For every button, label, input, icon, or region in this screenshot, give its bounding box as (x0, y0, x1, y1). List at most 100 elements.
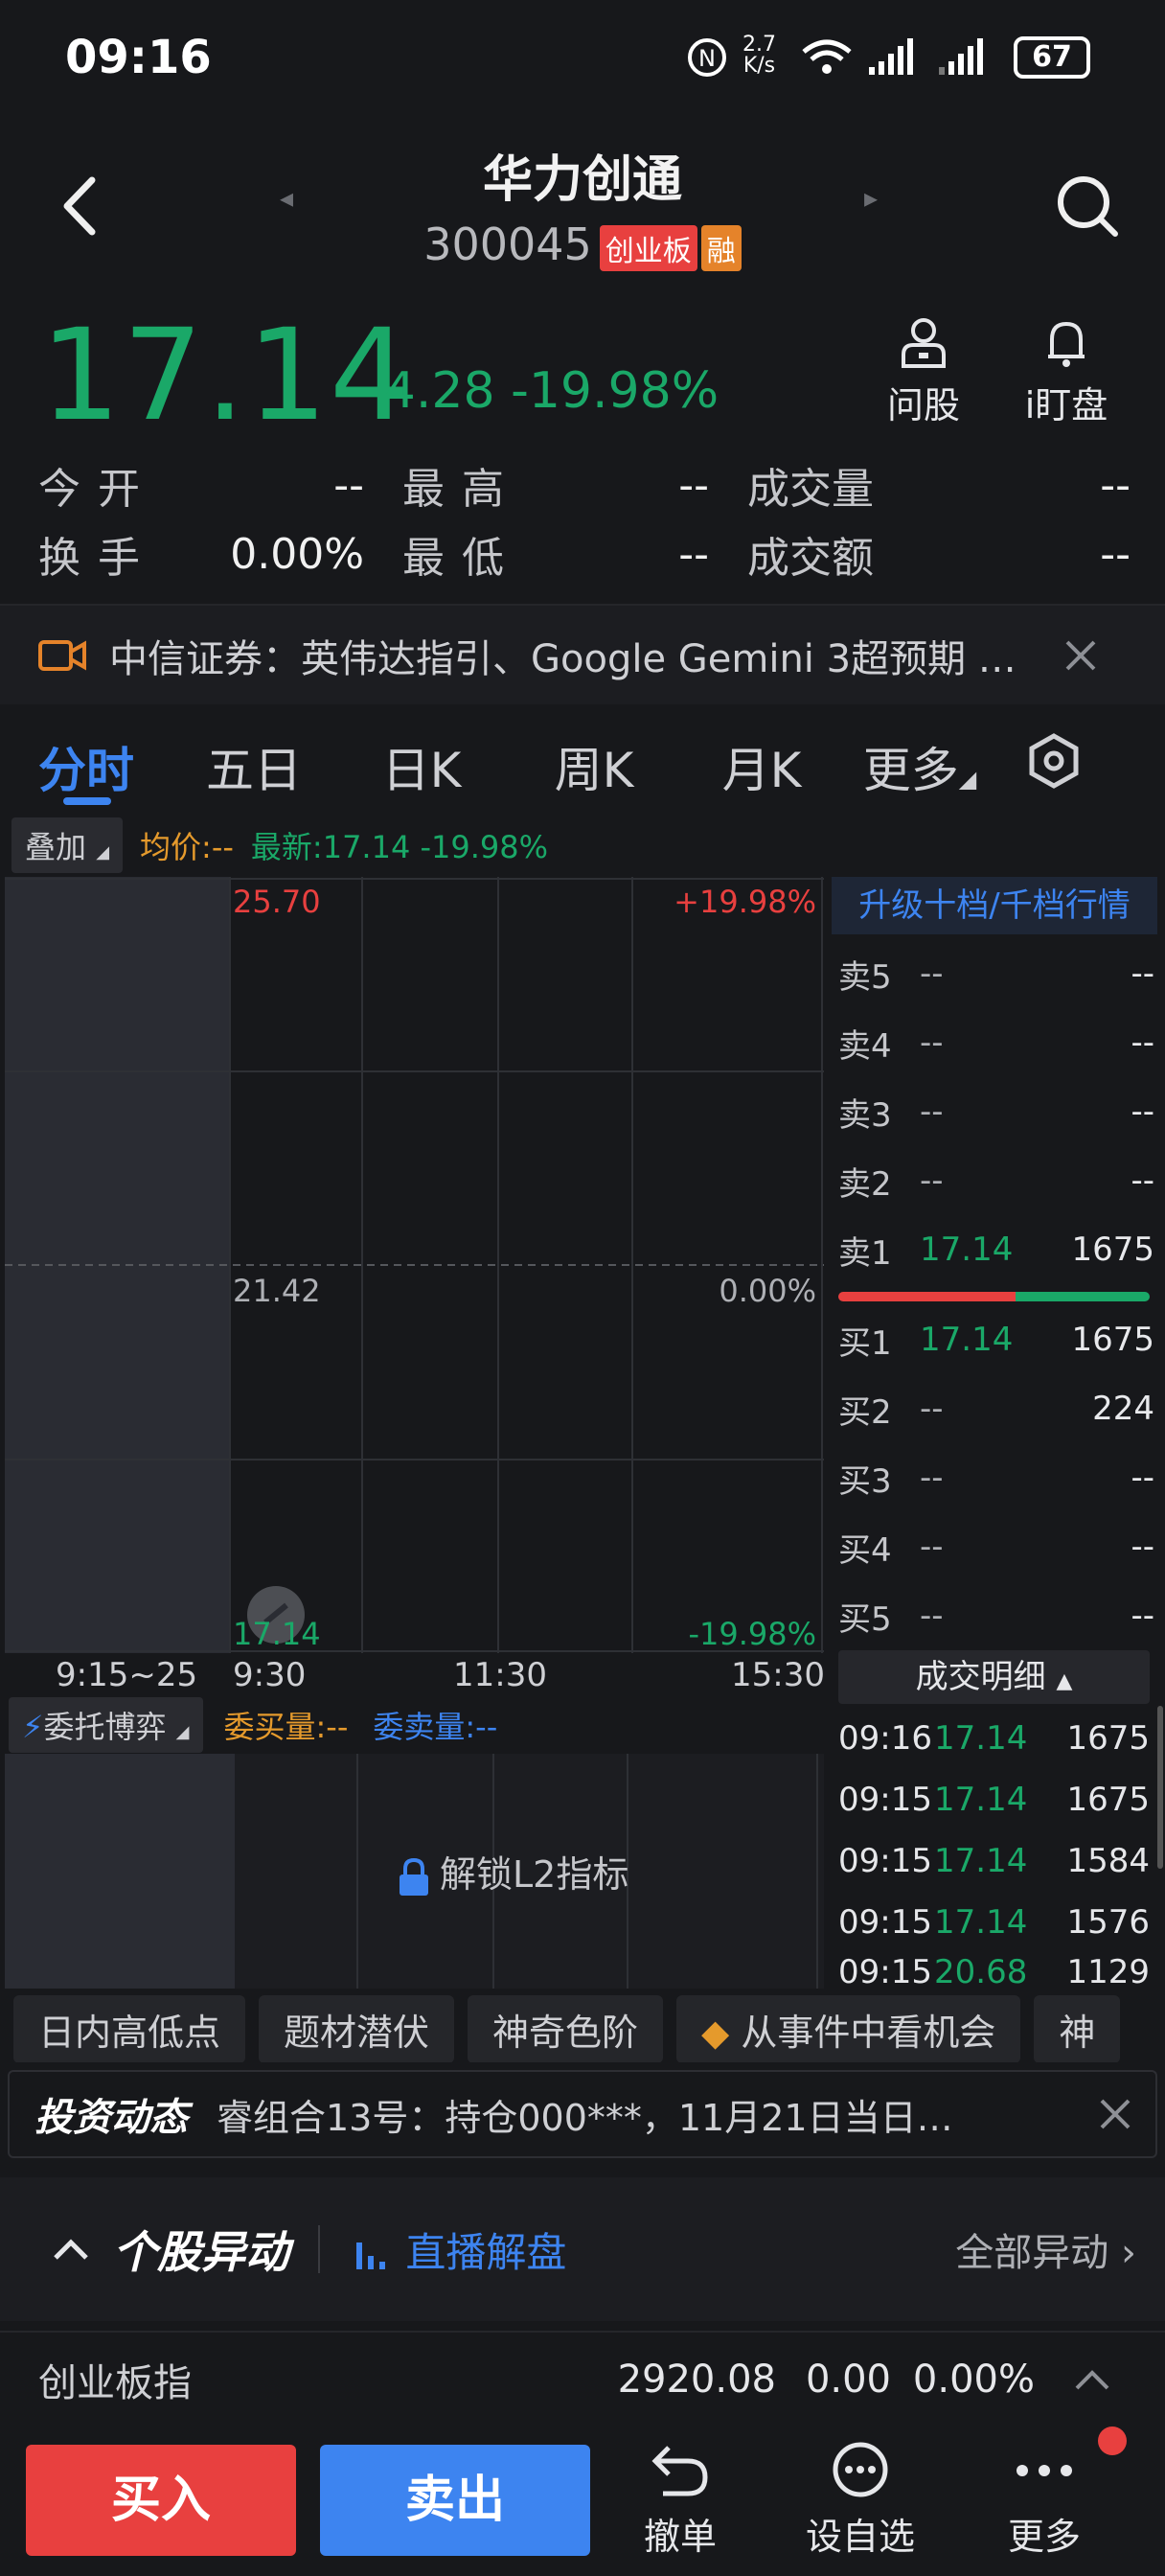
more-button[interactable]: 更多 (977, 2442, 1111, 2560)
trade-scrollbar[interactable] (1157, 1706, 1163, 1869)
margin-tag: 融 (700, 224, 742, 271)
caret-up-icon: ▲ (1056, 1669, 1073, 1693)
tab-month-k[interactable]: 月K (680, 732, 843, 801)
chevron-up-icon[interactable] (1073, 2367, 1111, 2392)
order-game-button[interactable]: ⚡委托博弈 ◢ (9, 1697, 203, 1753)
chevron-right-icon: › (1121, 2231, 1136, 2275)
bid-price: -- (920, 1597, 944, 1635)
ask-stock-button[interactable]: 问股 (866, 316, 981, 428)
lightning-icon: ⚡ (22, 1709, 44, 1745)
change-pct: -19.98% (511, 362, 720, 420)
tab-intraday[interactable]: 分时 (0, 732, 172, 801)
video-icon (38, 639, 86, 671)
invest-dynamics-bar[interactable]: 投资动态 睿组合13号：持仓000***，11月21日当日… (8, 2070, 1157, 2158)
chevron-up-icon[interactable] (52, 2237, 90, 2262)
net-speed-value: 2.7 (742, 33, 776, 57)
all-anomaly-label: 全部异动 (955, 2231, 1109, 2275)
stats-row-2: 换手 0.00% 最低 -- 成交额 -- (38, 519, 1131, 588)
tab-week-k[interactable]: 周K (508, 732, 680, 801)
trade-volume: 1675 (1066, 1719, 1150, 1758)
chip-more[interactable]: 神 (1034, 1995, 1121, 2062)
bid-price: 17.14 (920, 1321, 1014, 1359)
all-anomaly-link[interactable]: 全部异动 › (955, 2221, 1136, 2277)
quote-stats: 今开 -- 最高 -- 成交量 -- 换手 0.00% 最低 -- 成交额 -- (38, 450, 1131, 588)
unlock-label: 解锁L2指标 (440, 1853, 629, 1896)
net-speed-unit: K/s (742, 54, 776, 78)
ask-price: 17.14 (920, 1230, 1014, 1269)
bid-volume: -- (1131, 1528, 1154, 1566)
chip-magic-color[interactable]: 神奇色阶 (468, 1995, 664, 2062)
trade-time: 09:15 (838, 1842, 932, 1880)
add-watchlist-button[interactable]: 设自选 (793, 2442, 927, 2560)
amount-value: -- (1100, 529, 1131, 579)
status-time: 09:16 (65, 31, 212, 84)
volume-value: -- (1100, 460, 1131, 510)
bid-row: 买4 -- -- (838, 1512, 1154, 1581)
bid-list: 买1 17.14 1675 买2 -- 224 买3 -- -- 买4 -- -- 买5 -- -- (838, 1305, 1154, 1650)
upgrade-quote-button[interactable]: 升级十档/千档行情 (832, 877, 1157, 934)
index-name: 创业板指 (38, 2361, 192, 2405)
feature-chips: 日内高低点 题材潜伏 神奇色阶 ◆ 从事件中看机会 神 (0, 1995, 1165, 2062)
chip-theme-ambush[interactable]: 题材潜伏 (259, 1995, 455, 2062)
turnover-label: 换手 (38, 534, 157, 583)
index-ticker[interactable]: 创业板指 2920.08 0.00 0.00% (0, 2331, 1165, 2426)
ask-row: 卖2 -- -- (838, 1146, 1154, 1215)
buy-button[interactable]: 买入 (26, 2445, 296, 2556)
bid-price: -- (920, 1528, 944, 1566)
chip-event-label: 从事件中看机会 (741, 2011, 996, 2054)
low-value: -- (678, 529, 709, 579)
intraday-chart[interactable] (5, 877, 824, 1653)
latest-price: 最新:17.14 -19.98% (250, 829, 549, 865)
trade-time: 09:16 (838, 1719, 932, 1758)
chip-intraday-high-low[interactable]: 日内高低点 (13, 1995, 246, 2062)
ask-label: 卖3 (838, 1095, 892, 1135)
more-label: 更多 (1007, 2516, 1081, 2558)
tab-five-day[interactable]: 五日 (172, 732, 335, 801)
open-label: 今开 (38, 465, 157, 514)
lock-icon (400, 1857, 428, 1896)
stock-name: 华力创通 (482, 151, 682, 209)
trade-price: 20.68 (934, 1953, 1028, 1991)
bid-row: 买5 -- -- (838, 1581, 1154, 1650)
watch-button[interactable]: i盯盘 (1009, 316, 1124, 428)
close-icon[interactable] (1063, 638, 1098, 673)
signal2-icon (929, 38, 996, 80)
tab-day-k[interactable]: 日K (335, 732, 508, 801)
ask-price: -- (920, 1024, 944, 1062)
unlock-l2-button[interactable]: 解锁L2指标 (398, 1845, 628, 1898)
anomaly-title: 个股异动 (113, 2226, 289, 2278)
overlay-button[interactable]: 叠加 ◢ (11, 817, 124, 873)
ask-label: 问股 (886, 384, 960, 426)
ask-price: -- (920, 954, 944, 993)
high-value: -- (678, 460, 709, 510)
trade-volume: 1675 (1066, 1781, 1150, 1819)
bid-row: 买1 17.14 1675 (838, 1305, 1154, 1374)
chip-event-opportunity[interactable]: ◆ 从事件中看机会 (676, 1995, 1021, 2062)
bar-chart-icon (356, 2242, 385, 2269)
sell-button[interactable]: 卖出 (320, 2445, 590, 2556)
bid-row: 买2 -- 224 (838, 1374, 1154, 1443)
bid-label: 买3 (838, 1461, 892, 1501)
add-watchlist-label: 设自选 (805, 2516, 915, 2558)
ask-volume-label: 委卖量:-- (373, 1709, 498, 1745)
bid-label: 买2 (838, 1392, 892, 1432)
time-label-close: 15:30 (731, 1656, 825, 1694)
ask-label: 卖4 (838, 1026, 892, 1066)
close-icon[interactable] (1098, 2097, 1132, 2131)
status-bar: 09:16 N 2.7 K/s 67 (0, 0, 1165, 125)
news-banner[interactable]: 中信证券：英伟达指引、Google Gemini 3超预期 … (0, 604, 1165, 704)
bid-row: 买3 -- -- (838, 1443, 1154, 1512)
cancel-order-button[interactable]: 撤单 (613, 2442, 747, 2560)
trade-volume: 1584 (1066, 1842, 1150, 1880)
trade-detail-button[interactable]: 成交明细 ▲ (838, 1650, 1150, 1704)
ask-label: 卖5 (838, 957, 892, 997)
live-commentary-button[interactable]: 直播解盘 (354, 2220, 566, 2279)
battery-icon: 67 (1014, 36, 1090, 79)
trade-list[interactable]: 09:16 17.14 1675 09:15 17.14 1675 09:15 17.14… (838, 1708, 1150, 1991)
tab-more[interactable]: 更多◢ (843, 732, 996, 801)
settings-button[interactable] (996, 732, 1111, 801)
banner-text: 中信证券：英伟达指引、Google Gemini 3超预期 … (109, 636, 1017, 681)
volume-label: 成交量 (747, 465, 874, 514)
order-game-label: 委托博弈 (43, 1709, 167, 1745)
search-button[interactable] (1054, 172, 1121, 240)
